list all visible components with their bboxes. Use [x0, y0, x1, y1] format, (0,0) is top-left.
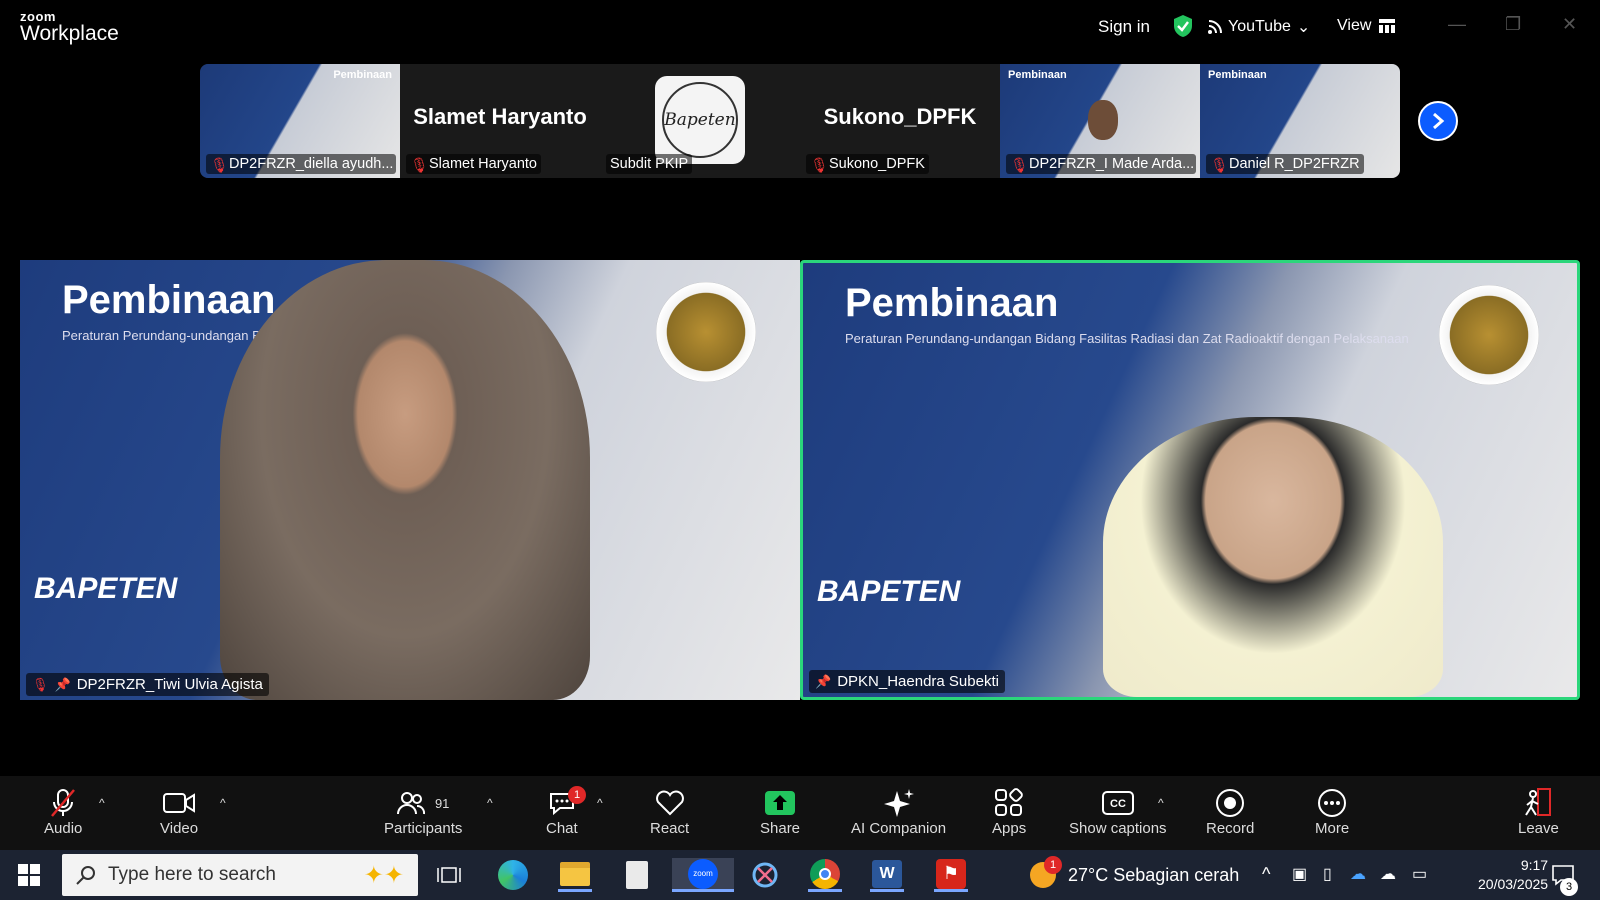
participant-video	[1103, 417, 1443, 697]
pin-icon: 📌	[815, 673, 832, 689]
chevron-down-icon: ⌄	[1296, 19, 1311, 36]
participant-thumb[interactable]: Pembinaan 🎙 DP2FRZR_diella ayudh...	[200, 64, 400, 178]
copilot-sparkle-icon: ✦✦	[363, 861, 404, 889]
next-page-button[interactable]	[1418, 101, 1458, 141]
chat-options-caret[interactable]: ^	[597, 796, 603, 810]
video-options-caret[interactable]: ^	[220, 796, 226, 810]
windows-taskbar: Type here to search ✦✦ zoom W ⚑ 1 27°C S…	[0, 850, 1600, 900]
video-button[interactable]: Video	[160, 786, 198, 837]
minimize-button[interactable]: —	[1448, 14, 1466, 35]
title-bar: zoom Workplace Sign in YouTube ⌄ View — …	[0, 0, 1600, 55]
network-cloud-icon[interactable]: ☁	[1380, 864, 1396, 884]
person-silhouette	[1088, 100, 1118, 140]
heart-icon	[655, 790, 684, 816]
audio-button[interactable]: Audio	[44, 786, 82, 837]
mic-muted-icon: 🎙	[32, 676, 49, 692]
mic-muted-icon: 🎙	[810, 158, 829, 174]
mic-muted-icon: 🎙	[1010, 158, 1029, 174]
apps-icon	[995, 788, 1023, 816]
zoom-logo: zoom Workplace	[20, 9, 119, 45]
word-icon[interactable]: W	[870, 858, 904, 892]
garuda-emblem	[1439, 285, 1539, 385]
leave-icon	[1525, 788, 1552, 816]
task-view-icon[interactable]	[432, 858, 466, 892]
close-button[interactable]: ✕	[1562, 14, 1577, 35]
grid-view-icon	[1379, 19, 1396, 33]
mic-muted-icon	[51, 789, 76, 817]
windows-start-button[interactable]	[12, 858, 46, 892]
sparkle-icon	[883, 789, 914, 817]
snipping-tool-icon[interactable]	[748, 858, 782, 892]
more-icon	[1318, 789, 1347, 817]
garuda-emblem	[656, 282, 756, 382]
closed-captions-icon: CC	[1101, 791, 1134, 815]
zoom-app-icon[interactable]: zoom	[672, 858, 734, 892]
taskbar-clock[interactable]: 9:17 20/03/2025	[1478, 856, 1548, 894]
chrome-browser-icon[interactable]	[808, 858, 842, 892]
pin-icon: 📌	[54, 676, 71, 692]
system-tray-icon[interactable]: ▣	[1292, 864, 1307, 884]
record-icon	[1216, 789, 1245, 817]
acrobat-reader-icon[interactable]: ⚑	[934, 858, 968, 892]
camera-icon	[163, 793, 196, 813]
live-stream-button[interactable]: YouTube ⌄	[1208, 17, 1310, 37]
edge-browser-icon[interactable]	[496, 858, 530, 892]
notepad-icon[interactable]	[620, 858, 654, 892]
weather-notification-badge: 1	[1044, 856, 1062, 874]
show-hidden-icons-chevron[interactable]: ^	[1262, 864, 1270, 885]
chat-unread-badge: 1	[568, 786, 586, 804]
svg-text:CC: CC	[1110, 798, 1126, 810]
notification-count-badge: 3	[1560, 878, 1578, 896]
search-icon	[76, 866, 95, 885]
mic-muted-icon: 🎙	[1210, 158, 1229, 174]
taskbar-search-box[interactable]: Type here to search ✦✦	[62, 854, 418, 896]
system-tray-icon[interactable]: ▯	[1323, 864, 1332, 884]
broadcast-icon	[1208, 20, 1222, 34]
more-button[interactable]: More	[1315, 786, 1349, 837]
participants-button[interactable]: 91 Participants	[384, 786, 462, 837]
weather-text[interactable]: 27°C Sebagian cerah	[1068, 865, 1239, 886]
participants-options-caret[interactable]: ^	[487, 796, 493, 810]
share-screen-icon	[765, 791, 796, 815]
restore-button[interactable]: ❐	[1505, 14, 1521, 35]
sign-in-link[interactable]: Sign in	[1098, 17, 1150, 37]
ai-companion-button[interactable]: AI Companion	[851, 786, 946, 837]
participant-thumb[interactable]: Bapeten Subdit PKIP	[600, 64, 800, 178]
mic-muted-icon: 🎙	[410, 158, 429, 174]
participant-thumb[interactable]: Pembinaan 🎙 DP2FRZR_I Made Arda...	[1000, 64, 1200, 178]
file-explorer-icon[interactable]	[558, 858, 592, 892]
active-speaker-tile[interactable]: Pembinaan Peraturan Perundang-undangan B…	[800, 260, 1580, 700]
captions-options-caret[interactable]: ^	[1158, 796, 1164, 810]
participants-icon	[396, 792, 425, 815]
windows-logo-icon	[18, 864, 40, 886]
gallery-strip: Pembinaan 🎙 DP2FRZR_diella ayudh... Slame…	[200, 64, 1400, 178]
react-button[interactable]: React	[650, 786, 689, 837]
share-screen-button[interactable]: Share	[760, 786, 800, 837]
apps-button[interactable]: Apps	[992, 786, 1026, 837]
participant-video	[220, 260, 590, 700]
battery-icon[interactable]: ▭	[1412, 864, 1427, 884]
view-button[interactable]: View	[1337, 17, 1396, 35]
mic-muted-icon: 🎙	[210, 158, 229, 174]
chevron-right-icon	[1433, 112, 1445, 130]
audio-options-caret[interactable]: ^	[99, 796, 105, 810]
leave-button[interactable]: Leave	[1518, 786, 1559, 837]
meeting-toolbar: Audio ^ Video ^ 91 Participants ^ Chat 1…	[0, 776, 1600, 850]
bapeten-logo: Bapeten	[655, 76, 745, 164]
show-captions-button[interactable]: CC Show captions	[1069, 786, 1167, 837]
encryption-shield-icon[interactable]	[1172, 14, 1194, 38]
video-tile[interactable]: Pembinaan Peraturan Perundang-undangan B…	[20, 260, 800, 700]
participant-thumb[interactable]: Slamet Haryanto 🎙 Slamet Haryanto	[400, 64, 600, 178]
participant-thumb[interactable]: Pembinaan 🎙 Daniel R_DP2FRZR	[1200, 64, 1400, 178]
record-button[interactable]: Record	[1206, 786, 1254, 837]
participant-thumb[interactable]: Sukono_DPFK 🎙 Sukono_DPFK	[800, 64, 1000, 178]
onedrive-cloud-icon[interactable]: ☁	[1350, 864, 1366, 884]
